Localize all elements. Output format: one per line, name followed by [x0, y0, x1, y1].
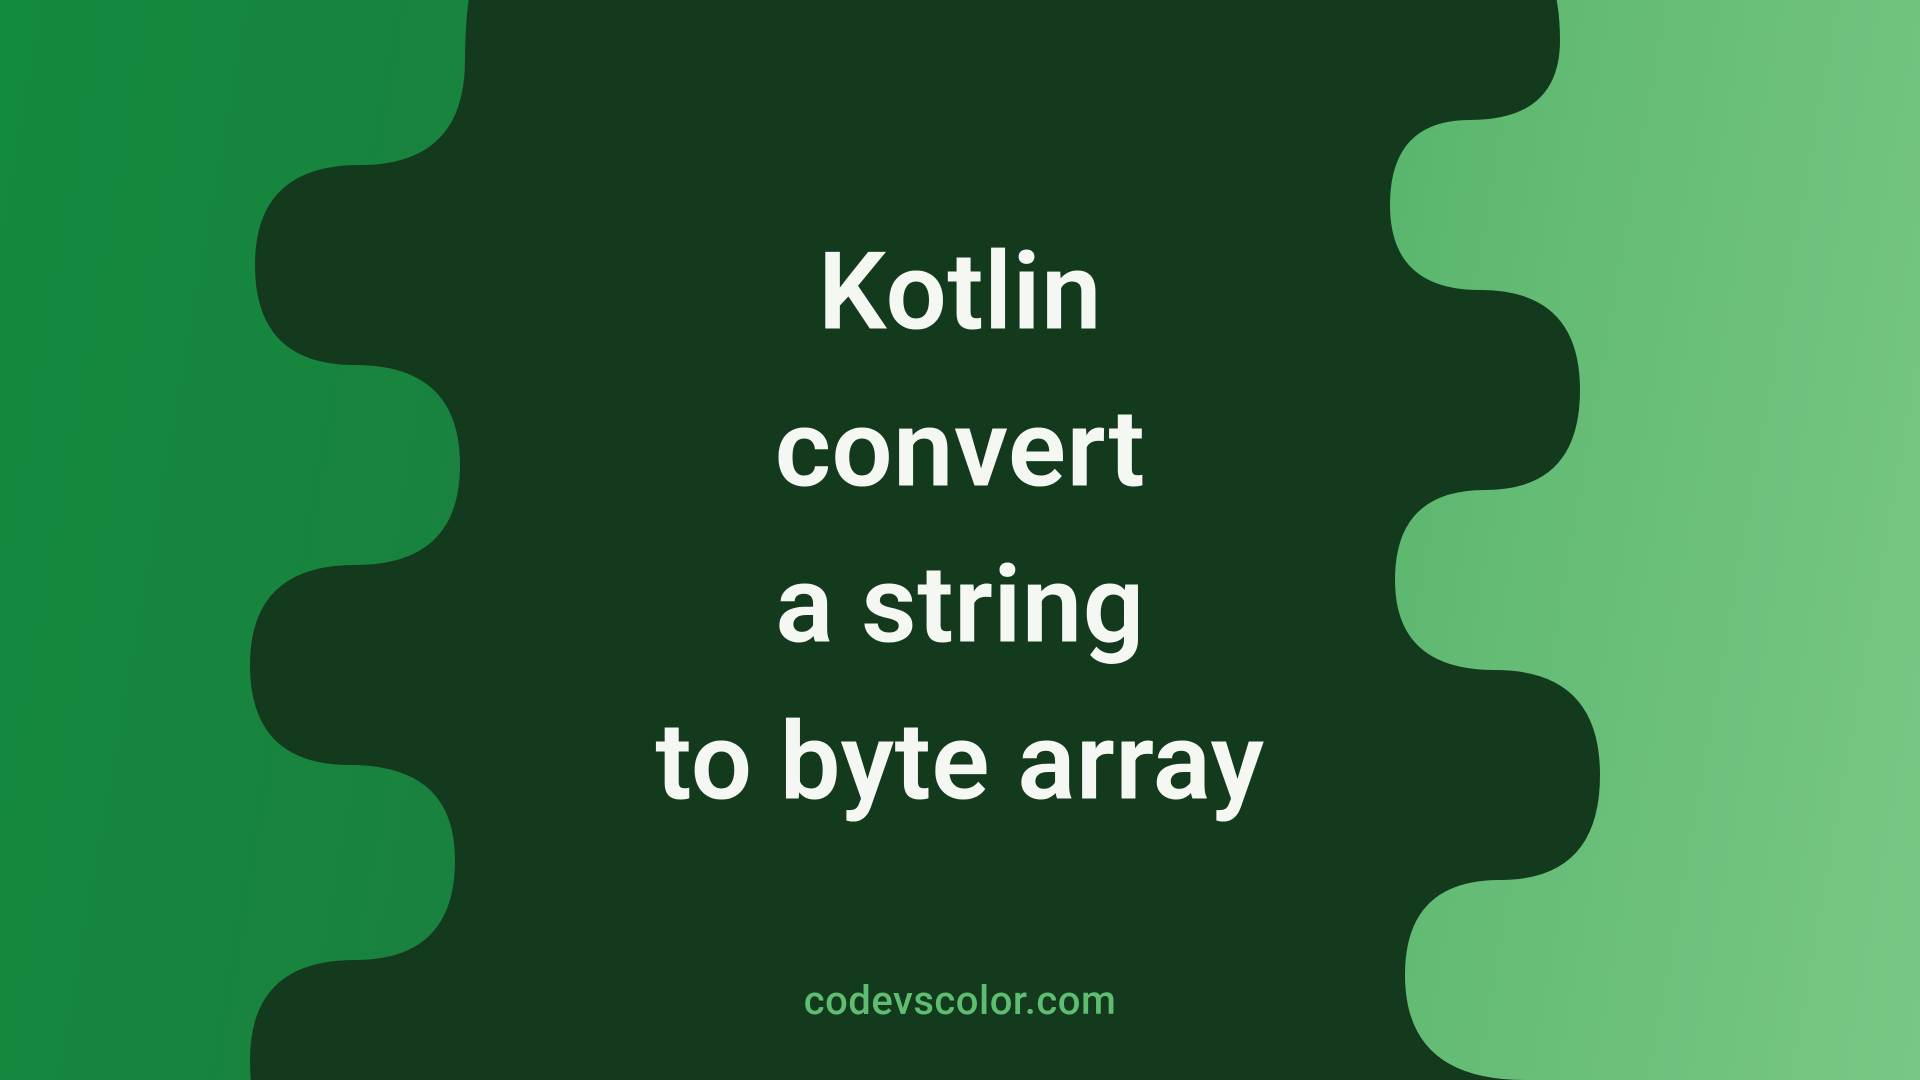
watermark-text: codevscolor.com — [804, 977, 1117, 1024]
banner-title: Kotlin convert a string to byte array — [655, 214, 1264, 840]
banner-graphic: Kotlin convert a string to byte array co… — [0, 0, 1920, 1080]
